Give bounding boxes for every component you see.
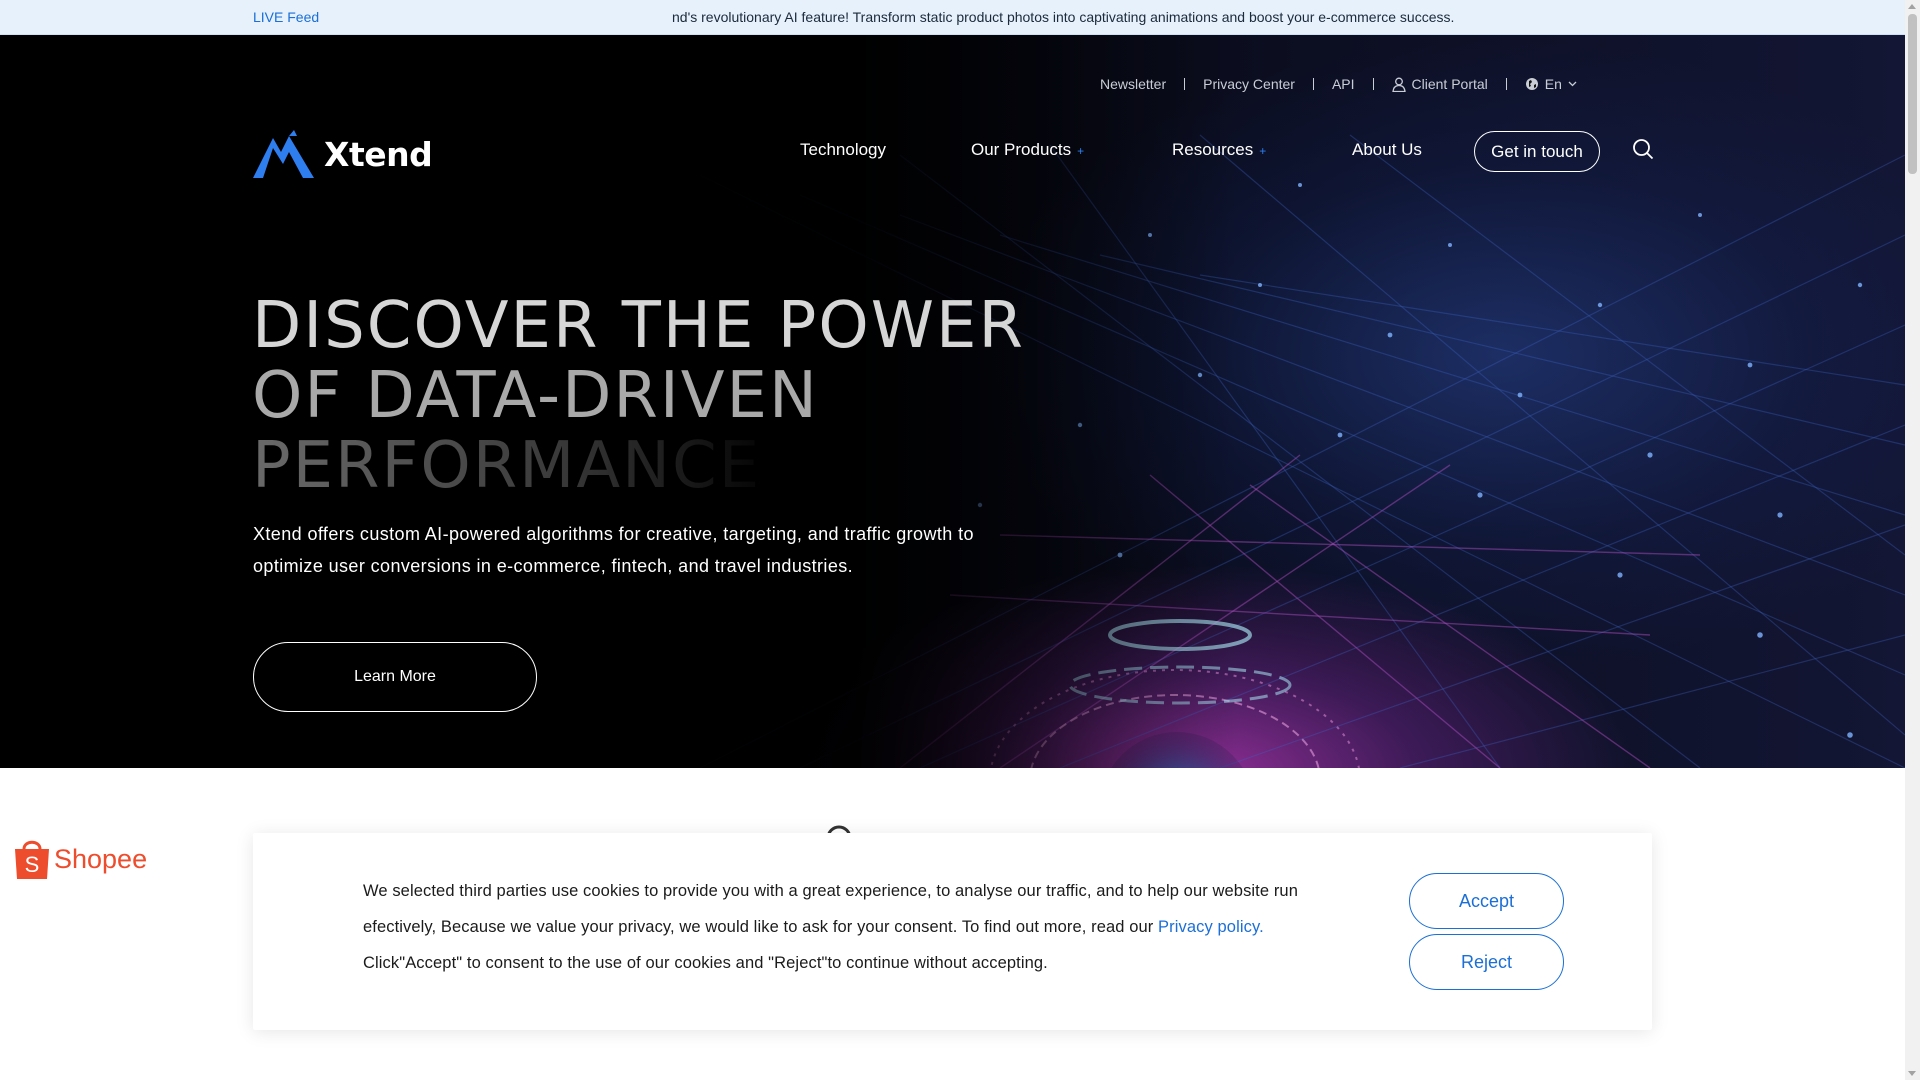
learn-more-button[interactable]: Learn More [253, 642, 537, 712]
page-scrollbar[interactable] [1905, 0, 1920, 1080]
api-link[interactable]: API [1332, 76, 1355, 92]
nav-resources[interactable]: Resources + [1172, 140, 1266, 160]
utility-separator [1505, 78, 1507, 90]
hero-headline-line2: OF DATA-DRIVEN [252, 359, 819, 433]
live-feed-ticker[interactable]: nd's revolutionary AI feature! Transform… [672, 9, 1454, 25]
utility-separator [1312, 78, 1314, 90]
shopee-logo: S Shopee [12, 837, 147, 881]
cookie-consent-banner: We selected third parties use cookies to… [253, 833, 1652, 1030]
newsletter-link[interactable]: Newsletter [1100, 76, 1166, 92]
scroll-down-arrow-icon[interactable] [1908, 1071, 1916, 1076]
plus-icon: + [1077, 144, 1085, 158]
nav-our-products[interactable]: Our Products + [971, 140, 1084, 160]
nav-technology[interactable]: Technology [800, 140, 886, 160]
nav-about-us[interactable]: About Us [1352, 140, 1422, 160]
cookie-consent-text: We selected third parties use cookies to… [363, 873, 1303, 981]
hero-headline-line3: PERFORMANCE [252, 431, 1012, 501]
live-feed-label[interactable]: LIVE Feed [253, 9, 319, 25]
hero-description: Xtend offers custom AI-powered algorithm… [253, 524, 974, 576]
language-selector[interactable]: En [1525, 76, 1577, 92]
utility-separator [1184, 78, 1186, 90]
live-feed-bar: LIVE Feed nd's revolutionary AI feature!… [0, 0, 1905, 35]
hero-headline: DISCOVER THE POWER OF DATA-DRIVEN PERFOR… [252, 289, 1025, 501]
search-icon[interactable] [1632, 138, 1654, 160]
utility-separator [1372, 78, 1374, 90]
shopping-bag-icon: S [15, 840, 49, 879]
shopee-wordmark: Shopee [54, 843, 148, 874]
nav-resources-label: Resources [1172, 140, 1254, 159]
user-icon [1391, 77, 1406, 92]
chevron-down-icon [1568, 81, 1577, 87]
main-nav: Technology Our Products + Resources + Abou… [0, 140, 1905, 164]
privacy-policy-link[interactable]: Privacy policy. [1158, 918, 1264, 936]
cookie-text-outro: Click"Accept" to consent to the use of o… [363, 954, 1048, 972]
client-portal-label: Client Portal [1411, 76, 1488, 92]
hero-headline-line1: DISCOVER THE POWER [252, 289, 1025, 363]
reject-cookies-button[interactable]: Reject [1409, 934, 1564, 990]
nav-our-products-label: Our Products [971, 140, 1072, 159]
get-in-touch-button[interactable]: Get in touch [1474, 131, 1600, 172]
svg-text:S: S [25, 852, 40, 877]
utility-nav: Newsletter Privacy Center API Client Por… [1100, 74, 1577, 94]
globe-icon [1525, 78, 1538, 90]
scrollbar-thumb[interactable] [1908, 14, 1917, 174]
accept-cookies-button[interactable]: Accept [1409, 873, 1564, 929]
privacy-center-link[interactable]: Privacy Center [1203, 76, 1295, 92]
scroll-up-arrow-icon[interactable] [1908, 4, 1916, 9]
language-label: En [1544, 76, 1562, 92]
client-portal-link[interactable]: Client Portal [1391, 76, 1488, 92]
plus-icon: + [1259, 144, 1267, 158]
